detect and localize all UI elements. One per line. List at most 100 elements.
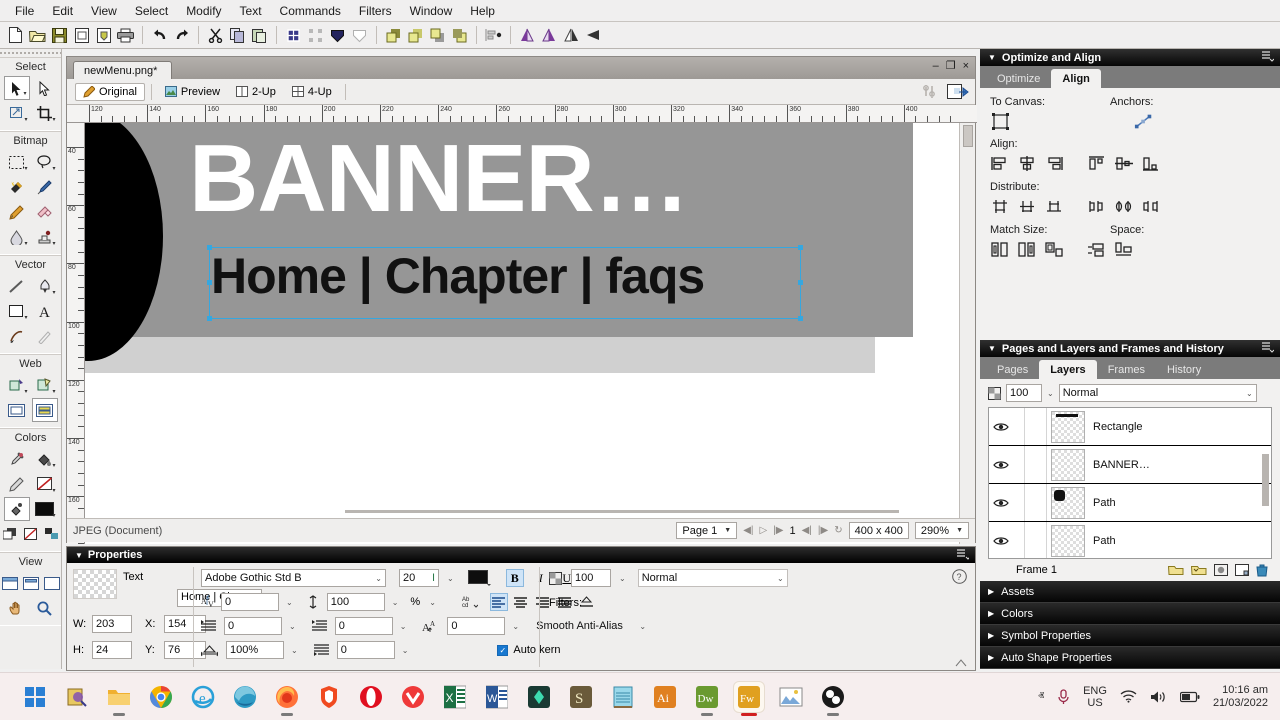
canvas-vertical-scroll-thumb[interactable] bbox=[963, 125, 973, 147]
close-button[interactable]: × bbox=[963, 60, 969, 72]
accordion-assets[interactable]: ▶ Assets bbox=[980, 581, 1280, 603]
new-bitmap-image-icon[interactable] bbox=[1235, 564, 1249, 576]
layer-expand-cell[interactable] bbox=[1025, 408, 1047, 445]
microphone-icon[interactable] bbox=[1057, 688, 1070, 705]
pen-tool[interactable]: ▾ bbox=[32, 274, 58, 298]
layers-panel-options-menu-icon[interactable] bbox=[1261, 342, 1274, 353]
banner-rectangle[interactable]: BANNER… Home | Chapter | faqs bbox=[85, 123, 913, 361]
play-frame-icon[interactable]: ▷ bbox=[759, 525, 767, 536]
no-stroke-or-fill-button[interactable] bbox=[21, 522, 40, 546]
anti-alias-select[interactable]: Smooth Anti-Alias ⌄ bbox=[533, 617, 649, 635]
brush-tool[interactable] bbox=[32, 175, 58, 199]
expand-properties-icon[interactable] bbox=[955, 659, 967, 667]
import-icon[interactable] bbox=[71, 25, 92, 46]
send-backward-icon[interactable] bbox=[427, 25, 448, 46]
space-after-chevron-down-icon[interactable]: ⌄ bbox=[402, 646, 409, 655]
layer-expand-cell[interactable] bbox=[1025, 484, 1047, 521]
space-vertical-icon[interactable] bbox=[1087, 240, 1107, 258]
layer-expand-cell[interactable] bbox=[1025, 522, 1047, 558]
height-input[interactable]: 24 bbox=[92, 641, 132, 659]
fill-color-well[interactable]: ▾ bbox=[32, 497, 58, 521]
bring-forward-icon[interactable] bbox=[405, 25, 426, 46]
brave-icon[interactable] bbox=[314, 682, 344, 712]
language-indicator[interactable]: ENG US bbox=[1083, 685, 1107, 709]
rubber-stamp-tool[interactable]: ▾ bbox=[32, 225, 58, 249]
list-item[interactable]: Path bbox=[1093, 535, 1116, 547]
tab-frames[interactable]: Frames bbox=[1097, 360, 1156, 379]
indent-input[interactable]: 0 bbox=[224, 617, 282, 635]
distribute-center-icon[interactable] bbox=[1114, 197, 1134, 215]
distribute-top-icon[interactable] bbox=[990, 197, 1010, 215]
font-size-input[interactable]: 20 I bbox=[399, 569, 439, 587]
lasso-tool[interactable]: ▾ bbox=[32, 150, 58, 174]
tab-2-up[interactable]: 2-Up bbox=[229, 84, 283, 100]
loop-frames-icon[interactable]: ↻ bbox=[834, 525, 842, 536]
magic-wand-tool[interactable] bbox=[4, 175, 30, 199]
accordion-auto-shape-properties[interactable]: ▶ Auto Shape Properties bbox=[980, 647, 1280, 669]
battery-icon[interactable] bbox=[1179, 691, 1200, 703]
ungroup-icon[interactable] bbox=[305, 25, 326, 46]
list-item[interactable]: Rectangle bbox=[1093, 421, 1143, 433]
rotate-90-ccw-icon[interactable] bbox=[539, 25, 560, 46]
optimize-align-collapse-triangle-icon[interactable]: ▼ bbox=[988, 53, 996, 62]
menu-item-filters[interactable]: Filters bbox=[350, 2, 401, 20]
canvas-horizontal-scrollbar[interactable] bbox=[85, 506, 959, 517]
auto-kern-checkbox[interactable]: ✓ bbox=[497, 644, 509, 656]
volume-icon[interactable] bbox=[1150, 690, 1167, 704]
open-document-icon[interactable] bbox=[27, 25, 48, 46]
distribute-middle-icon[interactable] bbox=[1017, 197, 1037, 215]
opera-icon[interactable] bbox=[356, 682, 386, 712]
menu-item-window[interactable]: Window bbox=[401, 2, 462, 20]
bring-to-front-icon[interactable] bbox=[383, 25, 404, 46]
selection-handle-mr[interactable] bbox=[798, 280, 803, 285]
internet-explorer-icon[interactable]: e bbox=[188, 682, 218, 712]
italic-button[interactable]: I bbox=[532, 569, 550, 587]
layer-lock-cell[interactable] bbox=[1013, 446, 1025, 483]
layer-lock-cell[interactable] bbox=[1013, 408, 1025, 445]
text-direction-icon[interactable]: Ab cd bbox=[462, 595, 478, 609]
table-row[interactable]: Path bbox=[989, 522, 1271, 558]
layer-opacity-chevron-down-icon[interactable]: ⌄ bbox=[1047, 389, 1054, 398]
horizontal-scale-chevron-down-icon[interactable]: ⌄ bbox=[291, 646, 298, 655]
layer-lock-cell[interactable] bbox=[1013, 484, 1025, 521]
align-left-button[interactable] bbox=[489, 593, 508, 611]
canvas-horizontal-scroll-thumb[interactable] bbox=[345, 510, 899, 513]
obs-icon[interactable] bbox=[818, 682, 848, 716]
copy-icon[interactable] bbox=[227, 25, 248, 46]
figma-icon[interactable] bbox=[524, 682, 554, 712]
selection-bounding-box[interactable] bbox=[207, 245, 803, 321]
new-sub-layer-icon[interactable] bbox=[1168, 564, 1184, 576]
menu-item-file[interactable]: File bbox=[6, 2, 43, 20]
flip-horizontal-icon[interactable] bbox=[561, 25, 582, 46]
freeform-tool[interactable] bbox=[4, 324, 30, 348]
layer-opacity-input[interactable]: 100 bbox=[1006, 384, 1042, 402]
menu-item-select[interactable]: Select bbox=[126, 2, 177, 20]
list-item[interactable]: Path bbox=[1093, 497, 1116, 509]
tab-pages[interactable]: Pages bbox=[986, 360, 1039, 379]
horizontal-scale-input[interactable]: 100% bbox=[226, 641, 284, 659]
list-item[interactable]: BANNER… bbox=[1093, 459, 1150, 471]
opacity-input[interactable]: 100 bbox=[571, 569, 611, 587]
selection-handle-tr[interactable] bbox=[798, 245, 803, 250]
table-row[interactable]: Path bbox=[989, 484, 1271, 522]
scale-tool[interactable]: ▾ bbox=[4, 101, 30, 125]
tab-preview[interactable]: Preview bbox=[158, 84, 227, 100]
space-after-input[interactable]: 0 bbox=[336, 641, 395, 659]
layers-collapse-triangle-icon[interactable]: ▼ bbox=[988, 344, 996, 353]
marquee-tool[interactable]: ▾ bbox=[4, 150, 30, 174]
illustrator-icon[interactable]: Ai bbox=[650, 682, 680, 712]
stroke-color-swatch[interactable] bbox=[4, 472, 30, 496]
table-row[interactable]: BANNER… bbox=[989, 446, 1271, 484]
kerning-input[interactable]: 0 bbox=[221, 593, 279, 611]
dreamweaver-icon[interactable]: Dw bbox=[692, 682, 722, 716]
match-both-icon[interactable] bbox=[1044, 240, 1064, 258]
baseline-shift-chevron-down-icon[interactable]: ⌄ bbox=[512, 622, 519, 631]
text-fill-color-swatch[interactable] bbox=[467, 570, 492, 586]
page-selector[interactable]: Page 1 ▼ bbox=[676, 522, 738, 539]
hand-tool[interactable] bbox=[4, 596, 30, 620]
align-bottom-icon[interactable] bbox=[1141, 154, 1161, 172]
blend-mode-select[interactable]: Normal ⌄ bbox=[637, 569, 788, 587]
menu-item-modify[interactable]: Modify bbox=[177, 2, 230, 20]
pencil-tool[interactable] bbox=[4, 200, 30, 224]
photos-icon[interactable] bbox=[776, 682, 806, 712]
